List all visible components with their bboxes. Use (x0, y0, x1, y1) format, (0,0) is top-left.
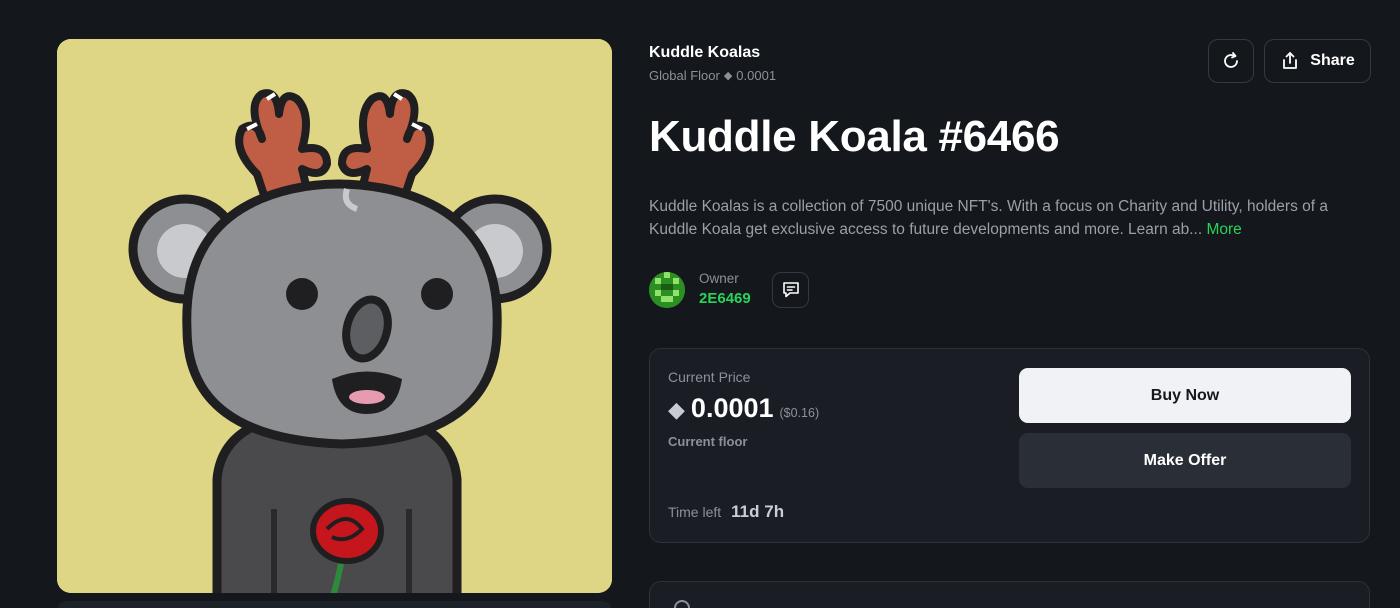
more-link[interactable]: More (1206, 221, 1241, 238)
global-floor: Global Floor ◆ 0.0001 (649, 68, 776, 83)
nft-detail-page: Kuddle Koalas Global Floor ◆ 0.0001 Shar… (0, 0, 1400, 608)
current-price-label: Current Price (668, 369, 751, 385)
owner-avatar[interactable] (649, 272, 685, 308)
current-price: ◆ 0.0001 ($0.16) (668, 393, 819, 424)
global-floor-label: Global Floor (649, 68, 720, 83)
nft-title: Kuddle Koala #6466 (649, 112, 1060, 161)
time-left-value: 11d 7h (731, 502, 785, 521)
global-floor-value: 0.0001 (736, 68, 777, 83)
refresh-icon (1224, 52, 1238, 68)
nft-description: Kuddle Koalas is a collection of 7500 un… (649, 195, 1369, 241)
buy-now-button[interactable]: Buy Now (1019, 368, 1351, 423)
current-floor-label: Current floor (668, 434, 748, 449)
eth-icon: ◆ (723, 70, 733, 82)
current-price-usd: ($0.16) (779, 406, 820, 420)
make-offer-button[interactable]: Make Offer (1019, 433, 1351, 488)
share-label: Share (1310, 52, 1355, 69)
message-icon (782, 282, 799, 298)
owner-name-link[interactable]: 2E6469 (699, 290, 751, 307)
section-icon (674, 600, 690, 608)
nft-artwork[interactable] (57, 39, 612, 593)
owner-label: Owner (699, 271, 739, 286)
price-card: Current Price ◆ 0.0001 ($0.16) Current f… (649, 348, 1370, 543)
current-price-value: 0.0001 (690, 393, 774, 423)
share-icon (1283, 52, 1298, 69)
refresh-button[interactable] (1208, 39, 1254, 83)
next-section-card (649, 581, 1370, 608)
owner-avatar-pattern (649, 272, 685, 308)
collection-name-link[interactable]: Kuddle Koalas (649, 44, 760, 62)
eth-icon: ◆ (668, 397, 685, 422)
artwork-footer-strip (57, 601, 612, 608)
message-owner-button[interactable] (772, 272, 809, 308)
time-left-label: Time left (668, 504, 722, 520)
time-left: Time left 11d 7h (668, 502, 784, 522)
koala-illustration (57, 39, 612, 593)
share-button[interactable]: Share (1264, 39, 1371, 83)
